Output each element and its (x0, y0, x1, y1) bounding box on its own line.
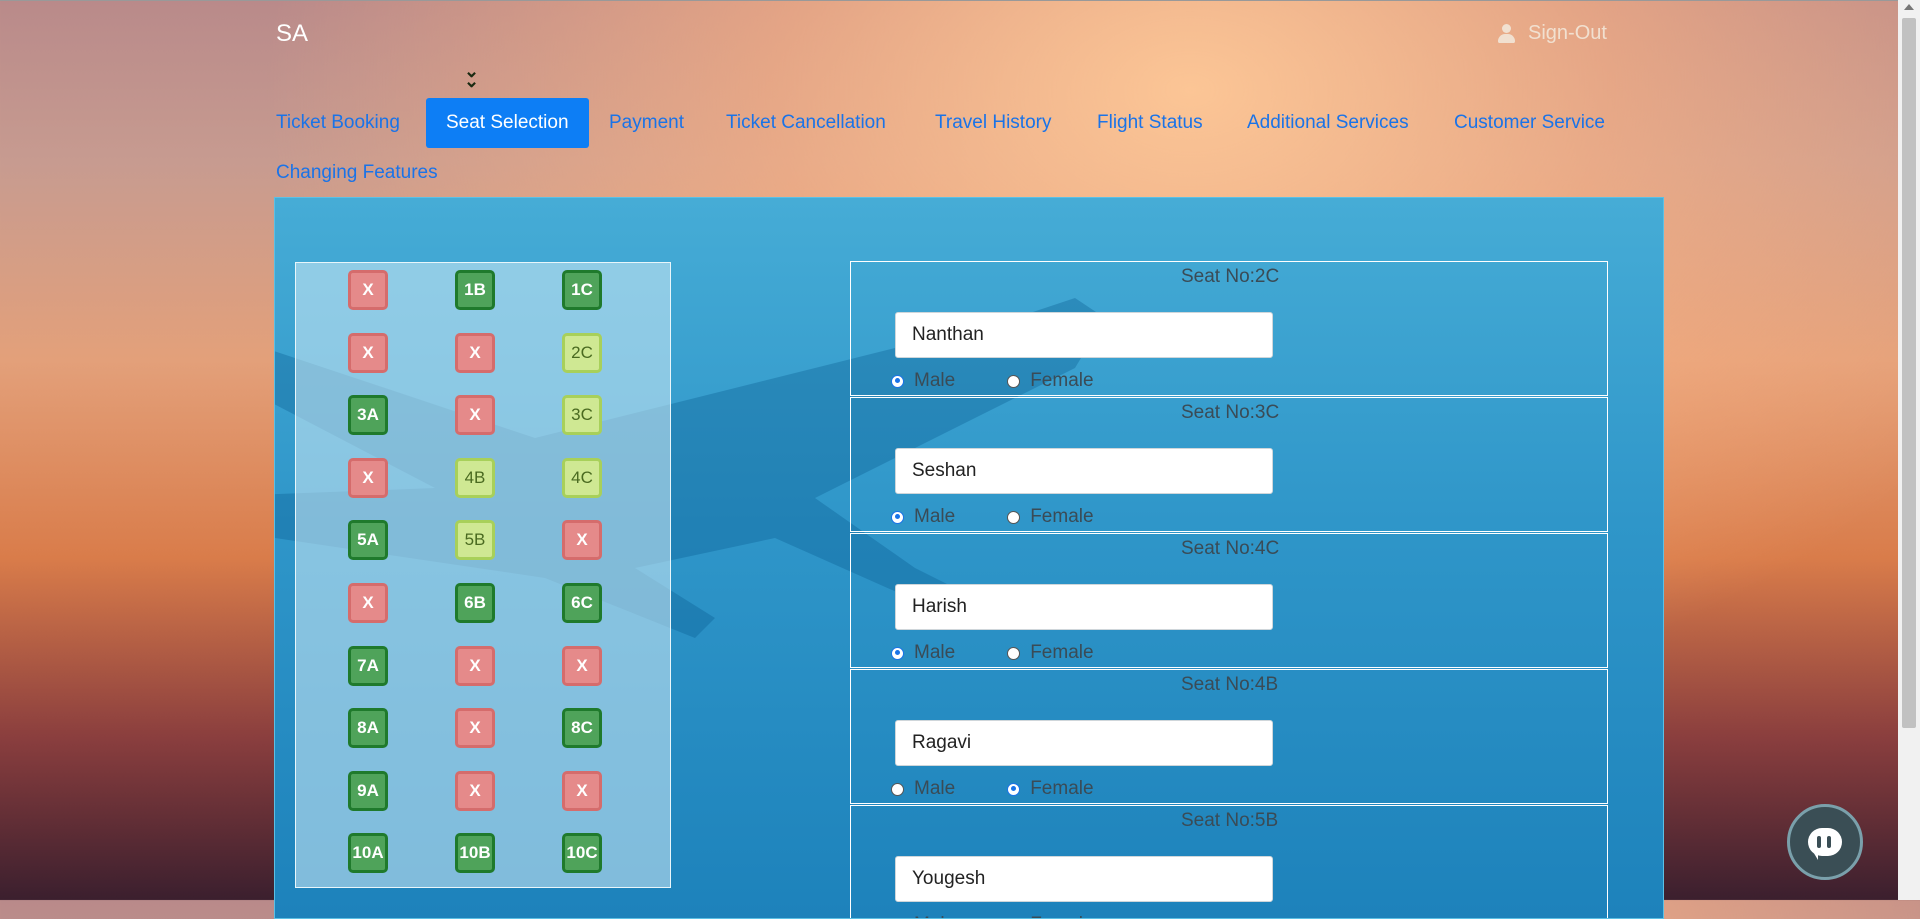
seat-available[interactable]: 8C (562, 708, 602, 748)
passenger-name-input[interactable]: Harish (895, 584, 1273, 630)
seat-booked[interactable]: X (455, 646, 495, 686)
nav-changing-features[interactable]: Changing Features (276, 162, 438, 184)
chat-button[interactable] (1787, 804, 1863, 880)
seat-number-label: Seat No:3C (1181, 402, 1279, 424)
gender-radio-group: Male Female (891, 506, 1094, 528)
nav-ticket-booking[interactable]: Ticket Booking (276, 112, 400, 134)
seat-selected[interactable]: 5B (455, 520, 495, 560)
male-radio[interactable] (891, 375, 904, 388)
seat-available[interactable]: 10C (562, 833, 602, 873)
scrollbar-thumb[interactable] (1902, 18, 1916, 728)
female-label: Female (1030, 778, 1093, 800)
seat-number-label: Seat No:5B (1181, 810, 1278, 832)
seat-booked[interactable]: X (455, 771, 495, 811)
nav-customer-service[interactable]: Customer Service (1454, 112, 1605, 134)
passenger-name-input[interactable]: Ragavi (895, 720, 1273, 766)
page-scrollbar[interactable] (1898, 0, 1920, 900)
nav-additional-services[interactable]: Additional Services (1247, 112, 1409, 134)
male-radio[interactable] (891, 783, 904, 796)
passenger-form: Seat No:3C Seshan Male Female (850, 397, 1608, 532)
gender-radio-group: Male Female (891, 370, 1094, 392)
seat-selected[interactable]: 3C (562, 395, 602, 435)
female-radio[interactable] (1007, 647, 1020, 660)
seat-available[interactable]: 1B (455, 270, 495, 310)
passenger-form: Seat No:5B Yougesh Male Female (850, 805, 1608, 919)
seat-booked[interactable]: X (562, 646, 602, 686)
seat-number-label: Seat No:4C (1181, 538, 1279, 560)
double-chevron-down-icon[interactable]: ⌄⌄ (464, 66, 479, 86)
seat-selection-panel: X1B1CXX2C3AX3CX4B4C5A5BXX6B6C7AXX8AX8C9A… (274, 197, 1664, 919)
passenger-name-input[interactable]: Nanthan (895, 312, 1273, 358)
seat-booked[interactable]: X (455, 333, 495, 373)
nav-ticket-cancellation[interactable]: Ticket Cancellation (726, 112, 886, 134)
user-icon (1498, 24, 1514, 44)
seat-booked[interactable]: X (562, 771, 602, 811)
seat-available[interactable]: 3A (348, 395, 388, 435)
male-label: Male (914, 914, 955, 919)
male-label: Male (914, 778, 955, 800)
female-label: Female (1030, 642, 1093, 664)
gender-radio-group: Male Female (891, 914, 1094, 919)
passenger-form: Seat No:4B Ragavi Male Female (850, 669, 1608, 804)
seat-available[interactable]: 5A (348, 520, 388, 560)
male-label: Male (914, 506, 955, 528)
seat-number-label: Seat No:4B (1181, 674, 1278, 696)
seat-selected[interactable]: 4C (562, 458, 602, 498)
nav-travel-history[interactable]: Travel History (935, 112, 1051, 134)
sign-out-label: Sign-Out (1528, 22, 1607, 45)
female-radio[interactable] (1007, 511, 1020, 524)
sign-out-link[interactable]: Sign-Out (1498, 22, 1607, 45)
chat-bubble-icon (1808, 828, 1842, 856)
passenger-name-input[interactable]: Seshan (895, 448, 1273, 494)
passenger-form: Seat No:4C Harish Male Female (850, 533, 1608, 668)
female-radio[interactable] (1007, 375, 1020, 388)
female-label: Female (1030, 370, 1093, 392)
seat-available[interactable]: 10B (455, 833, 495, 873)
seat-map: X1B1CXX2C3AX3CX4B4C5A5BXX6B6C7AXX8AX8C9A… (295, 262, 671, 888)
male-radio[interactable] (891, 647, 904, 660)
gender-radio-group: Male Female (891, 778, 1094, 800)
nav-seat-selection[interactable]: Seat Selection (426, 98, 589, 148)
seat-available[interactable]: 6B (455, 583, 495, 623)
nav-payment[interactable]: Payment (609, 112, 684, 134)
seat-booked[interactable]: X (455, 708, 495, 748)
passenger-name-input[interactable]: Yougesh (895, 856, 1273, 902)
female-radio[interactable] (1007, 783, 1020, 796)
seat-available[interactable]: 6C (562, 583, 602, 623)
seat-booked[interactable]: X (562, 520, 602, 560)
seat-available[interactable]: 1C (562, 270, 602, 310)
nav-flight-status[interactable]: Flight Status (1097, 112, 1203, 134)
passenger-form: Seat No:2C Nanthan Male Female (850, 261, 1608, 396)
seat-selected[interactable]: 4B (455, 458, 495, 498)
seat-booked[interactable]: X (348, 583, 388, 623)
female-label: Female (1030, 914, 1093, 919)
seat-available[interactable]: 7A (348, 646, 388, 686)
seat-booked[interactable]: X (348, 458, 388, 498)
seat-booked[interactable]: X (348, 333, 388, 373)
seat-selected[interactable]: 2C (562, 333, 602, 373)
seat-number-label: Seat No:2C (1181, 266, 1279, 288)
top-border (0, 0, 1920, 1)
seat-available[interactable]: 10A (348, 833, 388, 873)
male-radio[interactable] (891, 511, 904, 524)
male-label: Male (914, 370, 955, 392)
seat-available[interactable]: 8A (348, 708, 388, 748)
seat-available[interactable]: 9A (348, 771, 388, 811)
seat-booked[interactable]: X (455, 395, 495, 435)
brand-logo[interactable]: SA (276, 20, 308, 48)
seat-booked[interactable]: X (348, 270, 388, 310)
gender-radio-group: Male Female (891, 642, 1094, 664)
male-label: Male (914, 642, 955, 664)
female-label: Female (1030, 506, 1093, 528)
scroll-up-arrow-icon[interactable] (1904, 4, 1914, 10)
